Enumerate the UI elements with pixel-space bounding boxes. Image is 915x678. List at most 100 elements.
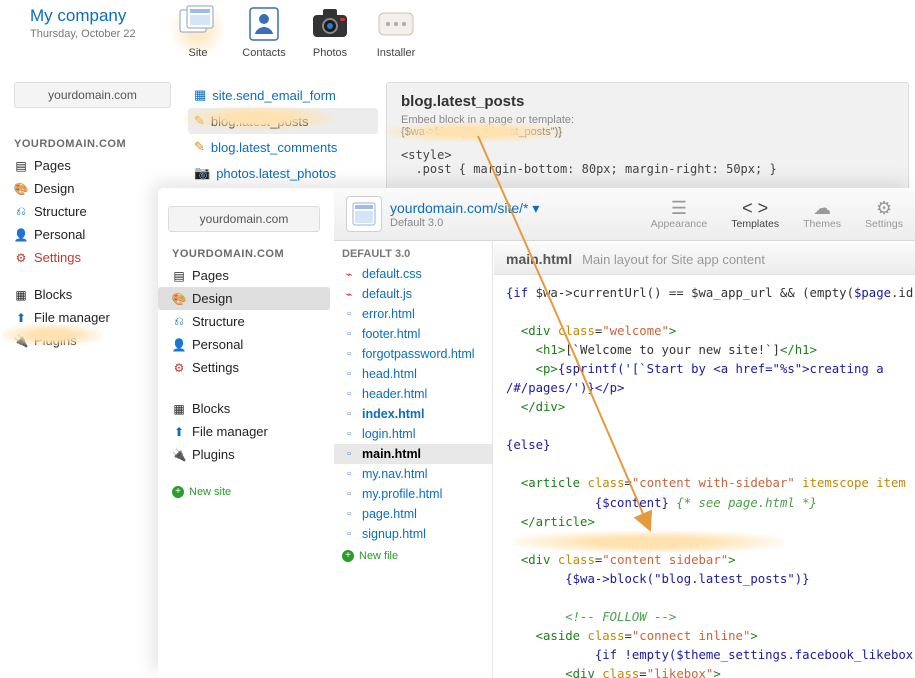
code-icon: < >	[731, 198, 779, 218]
toolbar-appearance[interactable]: ☰Appearance	[651, 198, 708, 230]
block-source[interactable]: <style> .post { margin-bottom: 80px; mar…	[401, 148, 894, 176]
nav-filemanager[interactable]: ⬆ File manager	[8, 306, 178, 329]
nav-plugins[interactable]: 🔌Plugins	[158, 443, 330, 466]
upload-icon: ⬆	[14, 311, 28, 325]
label: photos.latest_photos	[216, 166, 336, 181]
label: header.html	[362, 387, 427, 401]
front-header: yourdomain.com/site/* ▾ Default 3.0 ☰App…	[334, 188, 915, 241]
label: error.html	[362, 307, 415, 321]
label: File manager	[192, 424, 268, 439]
nav-filemanager[interactable]: ⬆File manager	[158, 420, 330, 443]
toolbar-templates[interactable]: < >Templates	[731, 198, 779, 230]
nav-design[interactable]: 🎨Design	[8, 177, 178, 200]
file-item[interactable]: ▫footer.html	[334, 324, 492, 344]
file-item[interactable]: ▫page.html	[334, 504, 492, 524]
file-item[interactable]: ▫ my.nav.html	[334, 464, 492, 484]
nav-structure[interactable]: ⎌Structure	[158, 310, 330, 333]
label: Plugins	[34, 333, 77, 348]
label: blog.latest_comments	[211, 140, 337, 155]
label: Structure	[34, 204, 87, 219]
file-item[interactable]: ▫forgotpassword.html	[334, 344, 492, 364]
nav-pages[interactable]: ▤Pages	[158, 264, 330, 287]
domain-select[interactable]: yourdomain.com	[168, 206, 320, 232]
file-item[interactable]: ▫ error.html	[334, 304, 492, 324]
label: main.html	[362, 447, 421, 461]
nav-settings[interactable]: ⚙ Settings	[8, 246, 178, 269]
label: Settings	[192, 360, 239, 375]
file-item[interactable]: ▫head.html	[334, 364, 492, 384]
app-label: Photos	[313, 47, 347, 59]
tree-icon: ⎌	[14, 205, 28, 219]
code-editor[interactable]: {if $wa->currentUrl() == $wa_app_url && …	[494, 274, 915, 678]
file-item[interactable]: ▫login.html	[334, 424, 492, 444]
label: blog.latest_posts	[211, 114, 309, 129]
app-site[interactable]: Site	[170, 0, 226, 59]
tree-icon: ⎌	[172, 315, 186, 329]
html-icon: ▫	[342, 428, 356, 440]
label: Settings	[34, 250, 81, 265]
front-window: yourdomain.com YOURDOMAIN.COM ▤Pages 🎨De…	[158, 188, 915, 678]
app-contacts[interactable]: Contacts	[236, 0, 292, 59]
nav-design[interactable]: 🎨 Design	[158, 287, 330, 310]
block-item-selected[interactable]: ✎ blog.latest_posts	[188, 108, 378, 134]
palette-icon: 🎨	[172, 292, 186, 306]
block-item[interactable]: 📷 photos.latest_photos	[188, 160, 378, 186]
block-item[interactable]: ✎blog.latest_comments	[188, 134, 378, 160]
label: Plugins	[192, 447, 235, 462]
file-item[interactable]: ▫signup.html	[334, 524, 492, 544]
html-icon: ▫	[342, 468, 356, 480]
gear-icon: ⚙	[865, 198, 903, 218]
nav-personal[interactable]: 👤Personal	[158, 333, 330, 356]
file-item[interactable]: ▫index.html	[334, 404, 492, 424]
cloud-icon: ☁	[803, 198, 841, 218]
html-icon: ▫	[342, 308, 356, 320]
file-item[interactable]: ⌁default.css	[334, 264, 492, 284]
label: default.css	[362, 267, 422, 281]
embed-code[interactable]: {$wa->block("blog.latest_posts")}	[401, 126, 894, 138]
pencil-icon: ✎	[194, 113, 205, 129]
label: Blocks	[34, 287, 72, 302]
breadcrumb[interactable]: yourdomain.com/site/* ▾ Default 3.0	[390, 200, 539, 229]
file-item[interactable]: ⌁default.js	[334, 284, 492, 304]
toolbar-settings[interactable]: ⚙Settings	[865, 198, 903, 230]
page-icon: ▤	[14, 159, 28, 173]
app-label: Installer	[377, 47, 416, 59]
label: File manager	[34, 310, 110, 325]
site-icon[interactable]	[346, 196, 382, 232]
nav-personal[interactable]: 👤Personal	[8, 223, 178, 246]
breadcrumb-url[interactable]: yourdomain.com/site/* ▾	[390, 200, 539, 217]
nav-structure[interactable]: ⎌ Structure	[8, 200, 178, 223]
file-item[interactable]: ▫header.html	[334, 384, 492, 404]
block-item[interactable]: ▦site.send_email_form	[188, 82, 378, 108]
html-icon: ▫	[342, 448, 356, 460]
file-item-selected[interactable]: ▫ main.html	[334, 444, 492, 464]
html-icon: ▫	[342, 488, 356, 500]
nav-pages[interactable]: ▤ Pages	[8, 154, 178, 177]
company-name[interactable]: My company	[30, 6, 136, 26]
label: Personal	[192, 337, 243, 352]
app-photos[interactable]: Photos	[302, 0, 358, 59]
label: site.send_email_form	[212, 88, 336, 103]
label: Design	[192, 291, 232, 306]
label: my.nav.html	[362, 467, 428, 481]
contacts-app-icon	[244, 4, 284, 44]
html-icon: ▫	[342, 328, 356, 340]
nav-blocks[interactable]: ▦Blocks	[8, 283, 178, 306]
filename: main.html	[506, 251, 572, 267]
gear-icon: ⚙	[14, 251, 28, 265]
domain-select[interactable]: yourdomain.com	[14, 82, 171, 108]
file-item[interactable]: ▫my.profile.html	[334, 484, 492, 504]
nav-plugins[interactable]: 🔌 Plugins	[8, 329, 178, 352]
date-label: Thursday, October 22	[30, 28, 136, 40]
new-site-link[interactable]: +New site	[158, 480, 330, 504]
toolbar-themes[interactable]: ☁Themes	[803, 198, 841, 230]
nav-blocks[interactable]: ▦Blocks	[158, 397, 330, 420]
label: index.html	[362, 407, 425, 421]
label: Pages	[34, 158, 71, 173]
page-icon: ▤	[172, 269, 186, 283]
plug-icon: 🔌	[14, 334, 28, 348]
nav-settings[interactable]: ⚙Settings	[158, 356, 330, 379]
camera-icon: 📷	[194, 165, 210, 181]
new-file-link[interactable]: +New file	[334, 544, 492, 568]
app-installer[interactable]: Installer	[368, 0, 424, 59]
